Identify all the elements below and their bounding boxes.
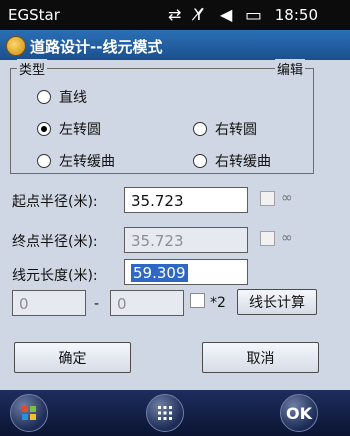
taskbar-ok-button[interactable]: OK xyxy=(280,394,318,432)
radio-option-right-circle[interactable]: 右转圆 xyxy=(193,119,257,139)
radio-button[interactable] xyxy=(37,154,51,168)
windows-icon[interactable] xyxy=(10,394,48,432)
radio-label: 右转缓曲 xyxy=(215,154,271,170)
range-to-input[interactable]: 0 xyxy=(110,290,184,316)
no-signal-icon[interactable]: Y̸ xyxy=(194,5,204,24)
ok-button[interactable]: 确定 xyxy=(14,342,131,373)
radio-label: 左转缓曲 xyxy=(59,154,115,170)
windows-logo-icon xyxy=(22,406,36,420)
length-label: 线元长度(米): xyxy=(12,268,98,284)
radio-button-selected[interactable] xyxy=(37,122,51,136)
app-icon xyxy=(6,36,26,56)
carrier-label: EGStar xyxy=(8,6,60,24)
window-title-bar: 道路设计--线元模式 xyxy=(0,30,350,60)
edit-group-label: 编辑 xyxy=(274,59,305,78)
radio-option-left-spiral[interactable]: 左转缓曲 xyxy=(37,151,115,171)
time-label: 18:50 xyxy=(274,6,318,24)
start-radius-label: 起点半径(米): xyxy=(12,194,98,210)
cancel-button[interactable]: 取消 xyxy=(202,342,319,373)
type-groupbox: 类型 编辑 直线 左转圆 右转圆 左转缓曲 右转缓曲 xyxy=(10,59,314,174)
radio-button[interactable] xyxy=(193,154,207,168)
start-radius-infinity-checkbox[interactable] xyxy=(260,191,275,206)
window-title: 道路设计--线元模式 xyxy=(30,38,163,56)
length-value-selected: 59.309 xyxy=(131,264,188,282)
radio-button[interactable] xyxy=(37,90,51,104)
grid-icon[interactable] xyxy=(146,394,184,432)
radio-option-straight[interactable]: 直线 xyxy=(37,87,87,107)
end-radius-input[interactable]: 35.723 xyxy=(124,227,248,253)
end-radius-infinity-symbol: ∞ xyxy=(281,230,293,246)
radio-label: 右转圆 xyxy=(215,122,257,138)
status-bar: EGStar ⇄ Y̸ ◀ ▭ 18:50 xyxy=(0,0,350,30)
radio-option-left-circle[interactable]: 左转圆 xyxy=(37,119,101,139)
length-input[interactable]: 59.309 xyxy=(124,259,248,285)
type-group-label: 类型 xyxy=(17,59,48,78)
dialog-content: 类型 编辑 直线 左转圆 右转圆 左转缓曲 右转缓曲 起点半径(米): 35.7… xyxy=(0,59,350,390)
sync-icon[interactable]: ⇄ xyxy=(168,5,181,24)
apps-grid-icon xyxy=(158,406,172,420)
radio-option-right-spiral[interactable]: 右转缓曲 xyxy=(193,151,271,171)
end-radius-infinity-checkbox[interactable] xyxy=(260,231,275,246)
radio-label: 左转圆 xyxy=(59,122,101,138)
calc-length-button[interactable]: 线长计算 xyxy=(237,289,317,315)
start-radius-input[interactable]: 35.723 xyxy=(124,187,248,213)
battery-icon[interactable]: ▭ xyxy=(245,5,262,26)
times2-checkbox[interactable] xyxy=(190,293,205,308)
radio-dot xyxy=(41,126,47,132)
taskbar: OK xyxy=(0,390,350,436)
end-radius-label: 终点半径(米): xyxy=(12,234,98,250)
radio-label: 直线 xyxy=(59,90,87,106)
radio-button[interactable] xyxy=(193,122,207,136)
volume-icon[interactable]: ◀ xyxy=(220,5,232,24)
range-from-input[interactable]: 0 xyxy=(12,290,86,316)
range-separator: - xyxy=(94,296,100,312)
start-radius-infinity-symbol: ∞ xyxy=(281,190,293,206)
times2-label: *2 xyxy=(210,295,226,311)
